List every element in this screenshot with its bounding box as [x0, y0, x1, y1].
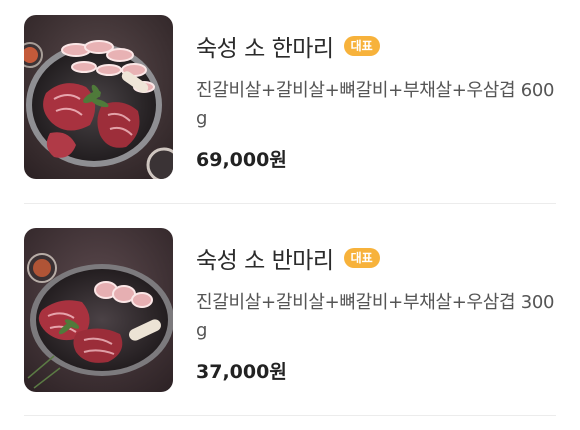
divider [24, 203, 556, 204]
meat-platter-image-icon [24, 15, 173, 179]
menu-item-name: 숙성 소 한마리 [196, 36, 334, 62]
menu-item-name-row: 숙성 소 반마리 대표 [196, 243, 556, 274]
menu-item-thumbnail[interactable] [24, 228, 173, 392]
menu-list: 숙성 소 한마리 대표 진갈비살+갈비살+뼈갈비+부채살+우삼겹 600g 69… [0, 0, 580, 430]
menu-item-name-row: 숙성 소 한마리 대표 [196, 31, 556, 62]
menu-item-price: 37,000원 [196, 361, 287, 383]
menu-item-info: 숙성 소 한마리 대표 진갈비살+갈비살+뼈갈비+부채살+우삼겹 600g 69… [196, 15, 556, 172]
menu-item-thumbnail[interactable] [24, 15, 173, 179]
featured-badge: 대표 [343, 248, 380, 268]
menu-item-description: 진갈비살+갈비살+뼈갈비+부채살+우삼겹 300g [196, 292, 555, 341]
menu-item-name: 숙성 소 반마리 [196, 248, 334, 274]
divider [24, 415, 556, 416]
menu-item-info: 숙성 소 반마리 대표 진갈비살+갈비살+뼈갈비+부채살+우삼겹 300g 37… [196, 228, 556, 384]
menu-item-price: 69,000원 [196, 149, 287, 171]
featured-badge: 대표 [343, 36, 380, 56]
menu-item-description: 진갈비살+갈비살+뼈갈비+부채살+우삼겹 600g [196, 80, 555, 129]
meat-platter-image-icon [24, 228, 173, 392]
